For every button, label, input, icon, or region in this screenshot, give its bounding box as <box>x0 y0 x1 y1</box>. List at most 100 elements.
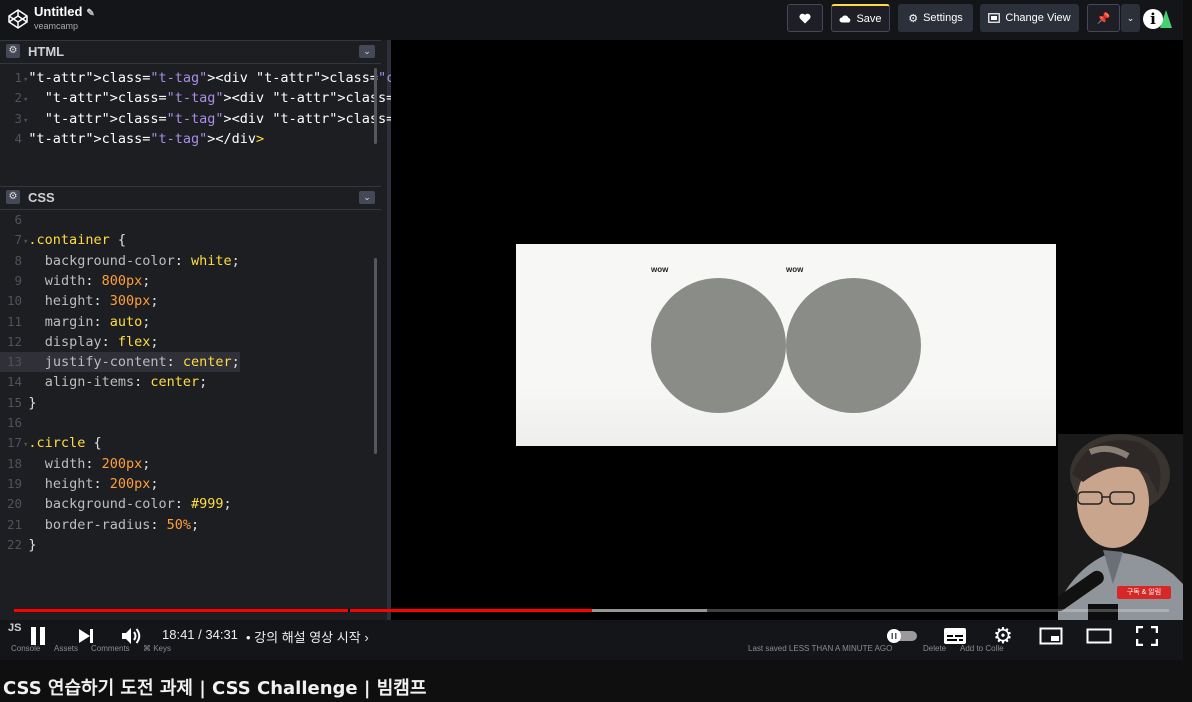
pen-author[interactable]: veamcamp <box>34 21 78 31</box>
theater-icon <box>1086 628 1112 644</box>
css-pane-label: CSS <box>28 190 55 205</box>
circle-wrap-2: wow <box>786 265 921 413</box>
code-line[interactable]: 21 border-radius: 50%; <box>0 515 199 535</box>
miniplayer-button[interactable] <box>1038 624 1064 648</box>
circle-text: wow <box>651 264 669 274</box>
code-text: .circle { <box>28 435 102 452</box>
line-number: 7 <box>14 232 22 248</box>
code-line[interactable]: 15 } <box>0 393 37 413</box>
next-icon <box>79 629 93 643</box>
line-number: 19 <box>6 475 22 491</box>
settings-button[interactable]: ⚙ Settings <box>898 4 973 32</box>
code-text: height: 200px; <box>44 475 159 492</box>
line-number: 2 <box>14 90 22 106</box>
code-line[interactable]: 11 margin: auto; <box>0 312 150 332</box>
autoplay-toggle[interactable] <box>884 624 920 648</box>
chapter-title[interactable]: • 강의 해설 영상 시작 › <box>246 627 369 646</box>
heart-icon <box>799 13 811 23</box>
line-number: 22 <box>6 536 22 552</box>
code-text: justify-content: center; <box>44 354 240 371</box>
pencil-icon[interactable]: ✎ <box>86 8 94 19</box>
subscribe-badge[interactable]: 구독 & 알림 <box>1117 586 1171 599</box>
circle-text: wow <box>786 264 804 274</box>
html-code-editor[interactable]: 1▾"t-attr">class="t-tag"><div "t-attr">c… <box>0 68 727 178</box>
video-title[interactable]: CSS 연습하기 도전 과제 | CSS Challenge | 빔캠프 <box>3 674 426 700</box>
preview-container: wow wow <box>516 244 1056 446</box>
pause-button[interactable] <box>26 624 50 648</box>
code-line[interactable]: 20 background-color: #999; <box>0 494 232 514</box>
code-line[interactable]: 22 } <box>0 535 37 555</box>
code-line[interactable]: 16 <box>0 413 28 433</box>
code-line[interactable]: 13 justify-content: center; <box>0 352 240 373</box>
editor-panel: ⚙ HTML ⌄ 1▾"t-attr">class="t-tag"><div "… <box>0 40 728 620</box>
chevron-down-icon: ⌄ <box>1126 12 1135 23</box>
fold-icon[interactable] <box>23 217 28 227</box>
subtitles-button[interactable] <box>942 624 968 648</box>
cloud-icon <box>839 15 851 23</box>
code-text: width: 200px; <box>44 455 151 472</box>
heart-button[interactable] <box>787 4 823 32</box>
code-line[interactable]: 10 height: 300px; <box>0 291 159 311</box>
code-line[interactable]: 9 width: 800px; <box>0 271 150 291</box>
next-button[interactable] <box>74 624 98 648</box>
html-pane-header: ⚙ HTML ⌄ <box>0 40 381 64</box>
code-text: } <box>28 394 37 411</box>
video-frame[interactable]: Untitled ✎ veamcamp Save ⚙ Settings Chang… <box>0 0 1183 660</box>
change-view-button[interactable]: Change View <box>980 4 1079 32</box>
volume-button[interactable] <box>120 624 144 648</box>
autoplay-toggle-icon <box>887 629 917 643</box>
chapter-marker <box>348 609 350 612</box>
code-text: margin: auto; <box>44 313 151 330</box>
css-code-editor[interactable]: 6 7▾.container {8 background-color: whit… <box>0 210 375 560</box>
chevron-right-icon: › <box>364 630 369 645</box>
line-number: 17 <box>6 435 22 451</box>
line-number: 13 <box>6 354 22 370</box>
codepen-logo[interactable] <box>8 9 28 29</box>
line-number: 18 <box>6 455 22 471</box>
change-view-icon <box>988 13 1001 23</box>
save-button[interactable]: Save <box>831 4 890 32</box>
subtitles-icon <box>944 628 966 644</box>
settings-icon[interactable]: ⚙ <box>990 623 1016 648</box>
line-number: 12 <box>6 333 22 349</box>
code-text: background-color: white; <box>44 252 240 269</box>
theater-button[interactable] <box>1086 624 1112 648</box>
pin-button[interactable]: 📌 <box>1087 4 1120 32</box>
line-number: 6 <box>14 212 22 227</box>
chevron-down-icon[interactable]: ⌄ <box>359 45 375 58</box>
fullscreen-icon <box>1136 626 1158 646</box>
code-text: display: flex; <box>44 333 159 350</box>
code-line[interactable]: 4 "t-attr">class="t-tag"></div> <box>0 129 264 149</box>
chevron-down-icon[interactable]: ⌄ <box>359 191 375 204</box>
fullscreen-button[interactable] <box>1134 624 1160 648</box>
code-line[interactable]: 12 display: flex; <box>0 332 159 352</box>
code-text: "t-attr">class="t-tag"></div> <box>28 130 265 147</box>
code-text: background-color: #999; <box>44 496 232 513</box>
css-scrollbar[interactable] <box>374 258 377 454</box>
last-saved-text: Last saved LESS THAN A MINUTE AGO <box>748 644 893 653</box>
pause-icon <box>31 627 45 645</box>
code-text: width: 800px; <box>44 272 151 289</box>
code-text: .container { <box>28 232 126 249</box>
keys-tab[interactable]: ⌘ Keys <box>143 644 171 653</box>
code-line[interactable]: 14 align-items: center; <box>0 372 207 392</box>
code-line[interactable]: 17▾.circle { <box>0 433 102 453</box>
pen-title[interactable]: Untitled ✎ <box>34 4 95 19</box>
gear-icon[interactable]: ⚙ <box>6 190 20 204</box>
line-number: 9 <box>14 272 22 288</box>
fold-icon[interactable] <box>23 420 28 430</box>
html-scrollbar[interactable] <box>374 68 377 144</box>
code-line[interactable]: 7▾.container { <box>0 230 126 250</box>
code-line[interactable]: 18 width: 200px; <box>0 454 150 474</box>
miniplayer-icon <box>1039 627 1063 645</box>
codepen-topbar: Untitled ✎ veamcamp Save ⚙ Settings Chang… <box>0 0 1183 40</box>
line-number: 1 <box>14 70 22 85</box>
gear-icon[interactable]: ⚙ <box>6 44 20 58</box>
change-view-label: Change View <box>1005 12 1071 24</box>
info-icon[interactable]: i <box>1143 9 1163 29</box>
code-line[interactable]: 8 background-color: white; <box>0 251 240 271</box>
line-number: 20 <box>6 496 22 512</box>
code-line[interactable]: 19 height: 200px; <box>0 474 159 494</box>
pin-dropdown-button[interactable]: ⌄ <box>1121 4 1140 32</box>
code-line[interactable]: 6 <box>0 210 28 230</box>
